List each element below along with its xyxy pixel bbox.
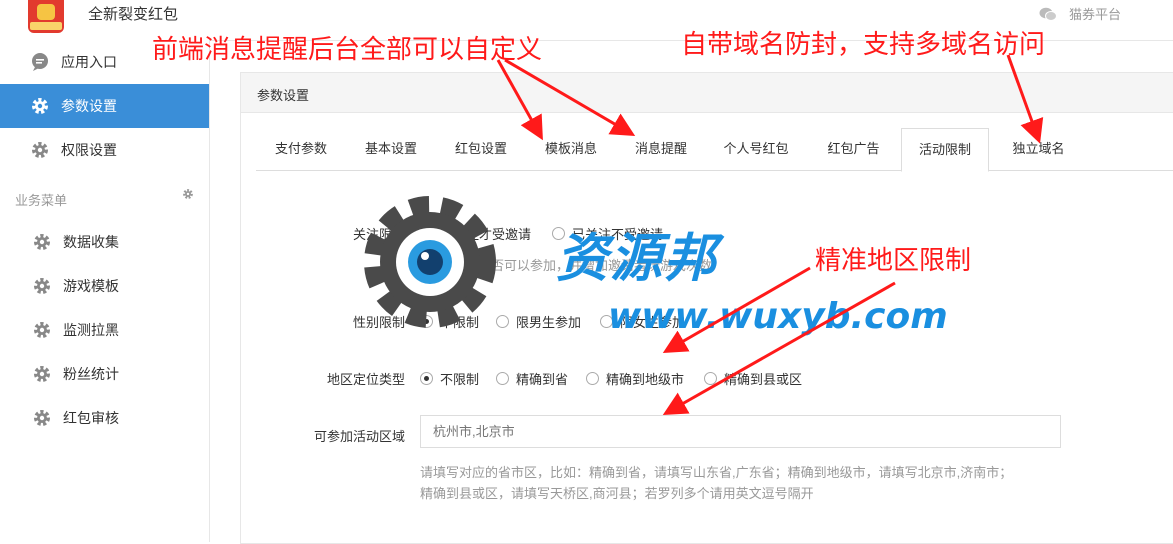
sidebar-item-label: 应用入口: [61, 54, 117, 70]
region-option-city[interactable]: 精确到地级市: [586, 369, 684, 388]
gear-icon: [34, 366, 50, 382]
sidebar-item-label: 红包审核: [63, 410, 119, 426]
gear-icon: [34, 410, 50, 426]
watermark-url: www.wuxyb.com: [608, 296, 948, 337]
sidebar-section-label: 业务菜单: [15, 193, 68, 208]
sidebar-item-label: 游戏模板: [63, 278, 119, 294]
follow-option-only[interactable]: 只关注才受邀请: [420, 224, 531, 243]
app-logo: [28, 0, 64, 33]
gender-option-none[interactable]: 不限制: [420, 312, 479, 331]
gear-icon: [34, 234, 50, 250]
region-option-province[interactable]: 精确到省: [496, 369, 568, 388]
region-option-county[interactable]: 精确到县或区: [704, 369, 802, 388]
section-gear-icon[interactable]: [182, 188, 194, 200]
sidebar-item-label: 粉丝统计: [63, 366, 119, 382]
app-title: 全新裂变红包: [88, 6, 179, 23]
tab-personal-redpacket[interactable]: 个人号红包: [706, 128, 806, 170]
sidebar-item-data-collect[interactable]: 数据收集: [0, 220, 209, 264]
region-option-none[interactable]: 不限制: [420, 369, 479, 388]
tab-bar: 支付参数 基本设置 红包设置 模板消息 消息提醒 个人号红包 红包广告 活动限制…: [256, 128, 1173, 172]
tab-redpacket[interactable]: 红包设置: [436, 128, 526, 170]
region-type-label: 地区定位类型: [326, 372, 405, 387]
sidebar-item-fans-stats[interactable]: 粉丝统计: [0, 352, 209, 396]
gear-icon: [32, 98, 48, 114]
tab-payment[interactable]: 支付参数: [256, 128, 346, 170]
gear-icon: [34, 322, 50, 338]
gear-icon: [32, 142, 48, 158]
sidebar-item-game-template[interactable]: 游戏模板: [0, 264, 209, 308]
region-area-help-1: 请填写对应的省市区，比如：精确到省，请填写山东省,广东省；精确到地级市，请填写北…: [420, 465, 1013, 480]
tab-msg-reminder[interactable]: 消息提醒: [616, 128, 706, 170]
sidebar-item-params[interactable]: 参数设置: [0, 84, 209, 128]
gender-option-male[interactable]: 限男生参加: [496, 312, 581, 331]
chat-bubble-icon: [32, 53, 48, 71]
region-area-input[interactable]: [420, 415, 1061, 448]
sidebar-item-label: 监测拉黑: [63, 322, 119, 338]
tab-redpacket-ads[interactable]: 红包广告: [806, 128, 901, 170]
watermark-text: 资源邦: [556, 228, 719, 289]
gender-limit-label: 性别限制: [352, 315, 405, 330]
tab-custom-domain[interactable]: 独立域名: [991, 128, 1086, 170]
region-area-label: 可参加活动区域: [313, 429, 405, 444]
annotation-region: 精准地区限制: [815, 246, 972, 276]
panel-header: 参数设置: [241, 73, 1173, 113]
sidebar-item-monitor-block[interactable]: 监测拉黑: [0, 308, 209, 352]
tab-activity-limit[interactable]: 活动限制: [901, 128, 989, 172]
sidebar-item-redpacket-review[interactable]: 红包审核: [0, 396, 209, 440]
sidebar-item-permissions[interactable]: 权限设置: [0, 128, 209, 172]
sidebar-item-label: 权限设置: [61, 142, 117, 158]
follow-limit-label: 关注限制: [352, 227, 405, 242]
gear-icon: [34, 278, 50, 294]
tab-basic[interactable]: 基本设置: [346, 128, 436, 170]
platform-link[interactable]: 猫券平台: [1039, 4, 1121, 23]
platform-label: 猫券平台: [1068, 7, 1121, 22]
wechat-icon: [1039, 7, 1057, 21]
region-area-help-2: 精确到县或区，请填写天桥区,商河县；若罗列多个请用英文逗号隔开: [420, 486, 814, 501]
sidebar-item-label: 数据收集: [63, 234, 119, 250]
tab-template-msg[interactable]: 模板消息: [526, 128, 616, 170]
annotation-frontend: 前端消息提醒后台全部可以自定义: [152, 35, 543, 65]
sidebar-item-label: 参数设置: [61, 98, 117, 114]
panel-title: 参数设置: [257, 88, 310, 103]
annotation-domain: 自带域名防封，支持多域名访问: [681, 30, 1046, 60]
sidebar: 应用入口 参数设置 权限设置 业务菜单 数据收集 游戏模板 监测拉黑 粉丝统计 …: [0, 40, 210, 542]
